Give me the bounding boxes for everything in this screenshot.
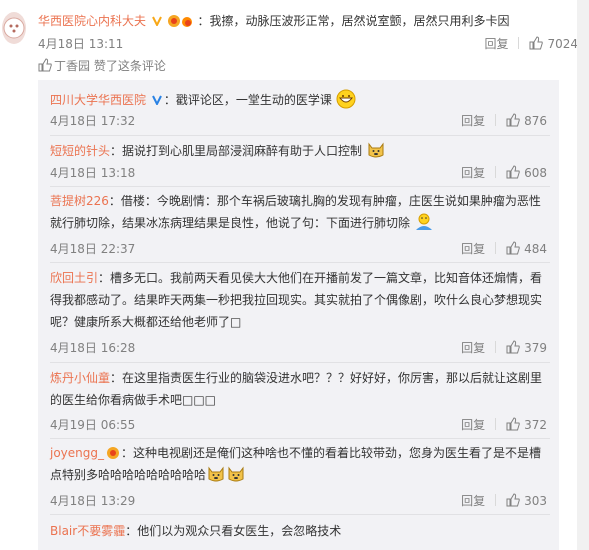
reply-item: 四川大学华西医院 ：戳评论区，一堂生动的医学课: [50, 89, 550, 111]
doge-emoji-icon: [208, 466, 224, 482]
divider: [50, 135, 550, 136]
thumbs-up-icon[interactable]: [506, 417, 520, 431]
reply-date: 4月18日 17:32: [50, 114, 136, 128]
reply-actions: 回复 379: [461, 339, 547, 356]
thumbs-up-icon[interactable]: [529, 36, 544, 50]
reply-username[interactable]: 四川大学华西医院: [50, 93, 146, 107]
reply-date: 4月18日 22:37: [50, 242, 136, 256]
thumbs-up-icon[interactable]: [506, 493, 520, 507]
avatar[interactable]: [2, 12, 26, 44]
reply-date: 4月18日 16:28: [50, 341, 136, 355]
comment-actions: 回复 7024: [484, 36, 578, 51]
divider: [50, 186, 550, 187]
reply-date: 4月18日 13:29: [50, 494, 136, 508]
thumbs-up-icon[interactable]: [506, 113, 520, 127]
divider: [495, 418, 497, 430]
thumbs-up-icon: [38, 58, 52, 72]
like-count: 7024: [547, 37, 578, 51]
reply-button[interactable]: 回复: [461, 166, 485, 180]
reply-actions: 回复 608: [461, 164, 547, 181]
reply-actions: 回复 484: [461, 240, 547, 257]
medal-icon: [167, 15, 180, 27]
reply-item: joyengg_ ：这种电视剧还是俺们这种啥也不懂的看着比较带劲，您身为医生看了是…: [50, 442, 550, 486]
reply-button[interactable]: 回复: [461, 242, 485, 256]
reply-username[interactable]: joyengg_: [50, 446, 104, 460]
thumbs-up-icon[interactable]: [506, 340, 520, 354]
verified-icon: [151, 95, 162, 105]
divider: [495, 341, 497, 353]
reply-button[interactable]: 回复: [461, 341, 485, 355]
divider: [495, 166, 497, 178]
divider: [50, 514, 550, 515]
reply-actions: 回复 372: [461, 416, 547, 433]
reply-date: 4月19日 06:55: [50, 418, 136, 432]
reply-item: 欣回土引：槽多无口。我前两天看见侯大大他们在开播前发了一篇文章，比知音体还煽情，…: [50, 267, 550, 333]
divider: [495, 114, 497, 126]
reply-text: ：借楼：今晚剧情：那个车祸后玻璃扎胸的发现有肿瘤，庄医生说如果肿瘤为恶性就行肺切…: [50, 194, 541, 230]
reply-username[interactable]: Blair不要雾霾: [50, 524, 125, 538]
reply-item: 短短的针头：据说打到心肌里局部浸润麻醉有助于人口控制: [50, 140, 550, 162]
reply-username[interactable]: 短短的针头: [50, 144, 110, 158]
like-count: 379: [524, 341, 547, 355]
comment-date: 4月18日 13:11: [38, 37, 124, 51]
grin-emoji-icon: [336, 89, 356, 109]
like-count: 876: [524, 114, 547, 128]
divider: [495, 242, 497, 254]
reply-text: ：据说打到心肌里局部浸润麻醉有助于人口控制: [110, 144, 363, 158]
reply-item: 炼丹小仙童：在这里指责医生行业的脑袋没进水吧？？？好好好，你厉害，那以后就让这剧…: [50, 367, 550, 411]
reply-button[interactable]: 回复: [461, 418, 485, 432]
medal-icon: [107, 447, 119, 459]
reply-username[interactable]: 炼丹小仙童: [50, 371, 110, 385]
divider: [518, 37, 520, 49]
reply-button[interactable]: 回复: [461, 114, 485, 128]
divider: [50, 362, 550, 363]
comment-text: ：我擦，动脉压波形正常，居然说室颤，居然只用利多卡因: [197, 14, 510, 28]
reply-username[interactable]: 欣回土引: [50, 271, 98, 285]
like-count: 484: [524, 242, 547, 256]
main-comment-line: 华西医院心内科大夫 ：我擦，动脉压波形正常，居然说室颤，居然只用利多卡因: [38, 14, 510, 28]
reply-button[interactable]: 回复: [461, 494, 485, 508]
shrug-emoji-icon: [415, 213, 432, 230]
comment-thread: 华西医院心内科大夫 ：我擦，动脉压波形正常，居然说室颤，居然只用利多卡因 4月1…: [0, 0, 589, 550]
reply-actions: 回复 876: [461, 112, 547, 129]
thumbs-up-icon[interactable]: [506, 165, 520, 179]
like-count: 303: [524, 494, 547, 508]
reply-text: ：槽多无口。我前两天看见侯大大他们在开播前发了一篇文章，比知音体还煽情，看得我都…: [50, 271, 543, 329]
reply-item: Blair不要雾霾：他们以为观众只看女医生，会忽略技术: [50, 520, 550, 542]
reply-username[interactable]: 菩提树226: [50, 194, 109, 208]
badge-icon: [181, 17, 192, 27]
reply-button[interactable]: 回复: [484, 37, 508, 51]
comment-username[interactable]: 华西医院心内科大夫: [38, 14, 146, 28]
liked-by-note: 丁香园 赞了这条评论: [38, 58, 166, 73]
divider: [495, 494, 497, 506]
divider: [50, 262, 550, 263]
doge-emoji-icon: [228, 466, 244, 482]
reply-text: ：戳评论区，一堂生动的医学课: [163, 93, 332, 107]
reply-actions: 回复 303: [461, 492, 547, 509]
reply-item: 菩提树226：借楼：今晚剧情：那个车祸后玻璃扎胸的发现有肿瘤，庄医生说如果肿瘤为…: [50, 190, 550, 234]
like-count: 372: [524, 418, 547, 432]
like-count: 608: [524, 166, 547, 180]
doge-emoji-icon: [368, 142, 384, 158]
avatar-image: [2, 12, 26, 44]
reply-text: ：他们以为观众只看女医生，会忽略技术: [125, 524, 342, 538]
liked-by-text: 丁香园 赞了这条评论: [54, 59, 166, 73]
divider: [50, 438, 550, 439]
reply-text: ：这种电视剧还是俺们这种啥也不懂的看着比较带劲，您身为医生看了是不是槽点特别多哈…: [50, 446, 542, 482]
thumbs-up-icon[interactable]: [506, 241, 520, 255]
replies-panel: 四川大学华西医院 ：戳评论区，一堂生动的医学课 4月18日 17:32 回复 87…: [38, 80, 559, 550]
reply-date: 4月18日 13:18: [50, 166, 136, 180]
verified-icon: [151, 16, 162, 26]
reply-text: ：在这里指责医生行业的脑袋没进水吧？？？好好好，你厉害，那以后就让这剧里的医生给…: [50, 371, 543, 407]
scrollbar[interactable]: [577, 0, 589, 550]
